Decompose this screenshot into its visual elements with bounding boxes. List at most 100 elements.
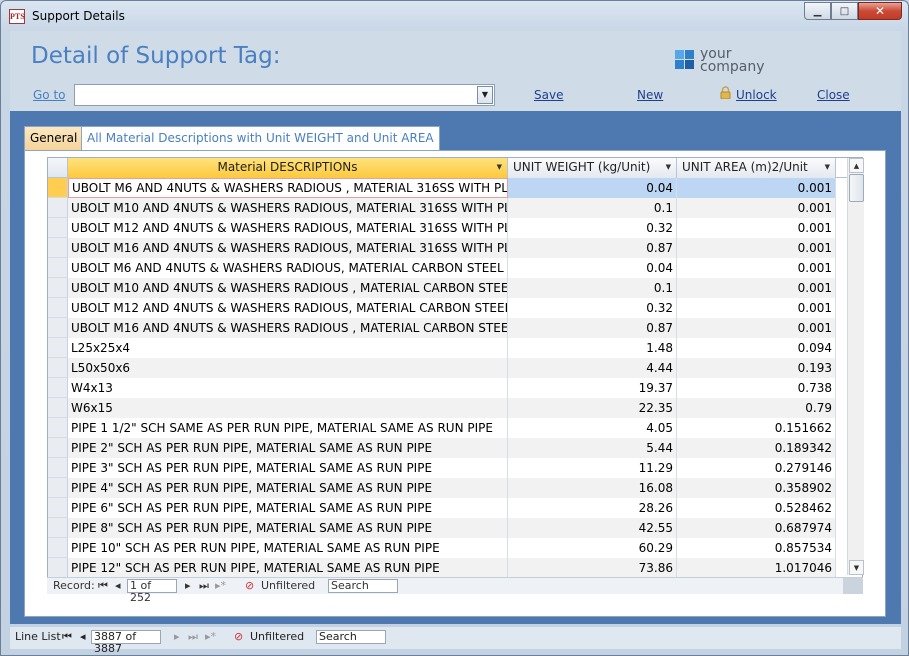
- cell-unit-weight[interactable]: 0.32: [508, 298, 677, 318]
- scroll-down-icon[interactable]: ▼: [849, 560, 864, 575]
- cell-unit-weight[interactable]: 1.48: [508, 338, 677, 358]
- cell-description[interactable]: UBOLT M16 AND 4NUTS & WASHERS RADIOUS, M…: [68, 238, 508, 258]
- record-position-input[interactable]: 1 of 252: [127, 579, 177, 604]
- col-header-description[interactable]: Material DESCRIPTIONs ▼: [68, 158, 508, 178]
- row-selector[interactable]: [48, 238, 68, 258]
- row-selector[interactable]: [48, 378, 68, 398]
- tab-material-descriptions[interactable]: All Material Descriptions with Unit WEIG…: [81, 126, 440, 150]
- cell-unit-area[interactable]: 0.857534: [677, 538, 836, 558]
- cell-unit-area[interactable]: 0.358902: [677, 478, 836, 498]
- cell-description[interactable]: PIPE 6" SCH AS PER RUN PIPE, MATERIAL SA…: [68, 498, 508, 518]
- cell-unit-area[interactable]: 0.001: [677, 218, 836, 238]
- cell-unit-area[interactable]: 0.193: [677, 358, 836, 378]
- unlock-link[interactable]: Unlock: [736, 88, 777, 102]
- row-selector[interactable]: [48, 178, 68, 198]
- cell-description[interactable]: UBOLT M12 AND 4NUTS & WASHERS RADIOUS, M…: [68, 298, 508, 318]
- scroll-up-icon[interactable]: ▲: [849, 158, 864, 173]
- cell-unit-weight[interactable]: 0.1: [508, 198, 677, 218]
- cell-unit-weight[interactable]: 4.05: [508, 418, 677, 438]
- cell-description[interactable]: PIPE 8" SCH AS PER RUN PIPE, MATERIAL SA…: [68, 518, 508, 538]
- main-record-position-input[interactable]: 3887 of 3887: [91, 630, 161, 655]
- sort-arrow-icon[interactable]: ▼: [825, 158, 830, 177]
- cell-description[interactable]: W4x13: [68, 378, 508, 398]
- row-selector[interactable]: [48, 218, 68, 238]
- last-record-icon[interactable]: ⏭: [199, 578, 209, 593]
- col-header-area[interactable]: UNIT AREA (m)2/Unit ▼: [677, 158, 836, 178]
- cell-unit-weight[interactable]: 28.26: [508, 498, 677, 518]
- cell-unit-weight[interactable]: 5.44: [508, 438, 677, 458]
- cell-description[interactable]: L50x50x6: [68, 358, 508, 378]
- title-bar[interactable]: PTS Support Details ▁ □ ✕: [1, 1, 908, 31]
- row-selector[interactable]: [48, 358, 68, 378]
- cell-unit-weight[interactable]: 73.86: [508, 558, 677, 578]
- minimize-button[interactable]: ▁: [804, 2, 831, 20]
- save-link[interactable]: Save: [534, 88, 563, 102]
- table-row[interactable]: PIPE 4" SCH AS PER RUN PIPE, MATERIAL SA…: [48, 478, 862, 498]
- table-row[interactable]: PIPE 10" SCH AS PER RUN PIPE, MATERIAL S…: [48, 538, 862, 558]
- cell-unit-area[interactable]: 0.001: [677, 178, 836, 198]
- cell-description[interactable]: UBOLT M16 AND 4NUTS & WASHERS RADIOUS , …: [68, 318, 508, 338]
- cell-unit-area[interactable]: 0.687974: [677, 518, 836, 538]
- table-row[interactable]: UBOLT M10 AND 4NUTS & WASHERS RADIOUS, M…: [48, 198, 862, 218]
- table-row[interactable]: UBOLT M10 AND 4NUTS & WASHERS RADIOUS , …: [48, 278, 862, 298]
- cell-unit-weight[interactable]: 0.04: [508, 178, 677, 198]
- row-selector[interactable]: [48, 518, 68, 538]
- table-row[interactable]: PIPE 2" SCH AS PER RUN PIPE, MATERIAL SA…: [48, 438, 862, 458]
- row-selector[interactable]: [48, 458, 68, 478]
- row-selector[interactable]: [48, 298, 68, 318]
- select-all-corner[interactable]: [48, 158, 68, 177]
- vertical-scrollbar[interactable]: ▲ ▼: [847, 158, 864, 575]
- cell-unit-area[interactable]: 0.528462: [677, 498, 836, 518]
- cell-unit-weight[interactable]: 60.29: [508, 538, 677, 558]
- cell-unit-weight[interactable]: 4.44: [508, 358, 677, 378]
- cell-unit-weight[interactable]: 0.04: [508, 258, 677, 278]
- filter-status[interactable]: Unfiltered: [261, 578, 315, 593]
- row-selector[interactable]: [48, 338, 68, 358]
- cell-unit-weight[interactable]: 0.32: [508, 218, 677, 238]
- cell-unit-area[interactable]: 0.738: [677, 378, 836, 398]
- main-filter-status[interactable]: Unfiltered: [250, 627, 304, 647]
- prev-record-icon[interactable]: ◂: [115, 578, 121, 593]
- close-window-button[interactable]: ✕: [858, 2, 902, 20]
- table-row[interactable]: UBOLT M6 AND 4NUTS & WASHERS RADIOUS, MA…: [48, 258, 862, 278]
- last-record-icon[interactable]: ⏭: [188, 627, 198, 647]
- cell-description[interactable]: UBOLT M10 AND 4NUTS & WASHERS RADIOUS , …: [68, 278, 508, 298]
- row-selector[interactable]: [48, 478, 68, 498]
- cell-unit-weight[interactable]: 42.55: [508, 518, 677, 538]
- row-selector[interactable]: [48, 538, 68, 558]
- cell-description[interactable]: W6x15: [68, 398, 508, 418]
- cell-description[interactable]: PIPE 2" SCH AS PER RUN PIPE, MATERIAL SA…: [68, 438, 508, 458]
- table-row[interactable]: L25x25x4 1.48 0.094: [48, 338, 862, 358]
- new-record-icon[interactable]: ▸*: [215, 578, 226, 593]
- cell-unit-weight[interactable]: 0.87: [508, 318, 677, 338]
- table-row[interactable]: L50x50x6 4.44 0.193: [48, 358, 862, 378]
- table-row[interactable]: PIPE 12" SCH AS PER RUN PIPE, MATERIAL S…: [48, 558, 862, 578]
- row-selector[interactable]: [48, 398, 68, 418]
- cell-description[interactable]: UBOLT M12 AND 4NUTS & WASHERS RADIOUS, M…: [68, 218, 508, 238]
- sort-arrow-icon[interactable]: ▼: [666, 158, 671, 177]
- chevron-down-icon[interactable]: ▼: [477, 86, 493, 104]
- cell-unit-weight[interactable]: 0.1: [508, 278, 677, 298]
- cell-description[interactable]: PIPE 4" SCH AS PER RUN PIPE, MATERIAL SA…: [68, 478, 508, 498]
- cell-description[interactable]: PIPE 3" SCH AS PER RUN PIPE, MATERIAL SA…: [68, 458, 508, 478]
- cell-unit-weight[interactable]: 16.08: [508, 478, 677, 498]
- table-row[interactable]: UBOLT M16 AND 4NUTS & WASHERS RADIOUS , …: [48, 318, 862, 338]
- prev-record-icon[interactable]: ◂: [80, 627, 86, 647]
- cell-unit-area[interactable]: 0.001: [677, 318, 836, 338]
- new-link[interactable]: New: [637, 88, 663, 102]
- record-search-input[interactable]: Search: [328, 579, 398, 593]
- cell-description[interactable]: UBOLT M10 AND 4NUTS & WASHERS RADIOUS, M…: [68, 198, 508, 218]
- cell-description[interactable]: UBOLT M6 AND 4NUTS & WASHERS RADIOUS, MA…: [68, 258, 508, 278]
- sort-arrow-icon[interactable]: ▼: [497, 158, 502, 177]
- table-row[interactable]: W4x13 19.37 0.738: [48, 378, 862, 398]
- cell-description[interactable]: UBOLT M6 AND 4NUTS & WASHERS RADIOUS , M…: [68, 178, 508, 198]
- row-selector[interactable]: [48, 198, 68, 218]
- cell-unit-area[interactable]: 0.279146: [677, 458, 836, 478]
- cell-unit-weight[interactable]: 19.37: [508, 378, 677, 398]
- next-record-icon[interactable]: ▸: [185, 578, 191, 593]
- cell-unit-area[interactable]: 0.151662: [677, 418, 836, 438]
- cell-description[interactable]: PIPE 12" SCH AS PER RUN PIPE, MATERIAL S…: [68, 558, 508, 578]
- goto-combo[interactable]: ▼: [74, 84, 495, 106]
- tab-general[interactable]: General: [24, 126, 84, 150]
- cell-unit-area[interactable]: 0.094: [677, 338, 836, 358]
